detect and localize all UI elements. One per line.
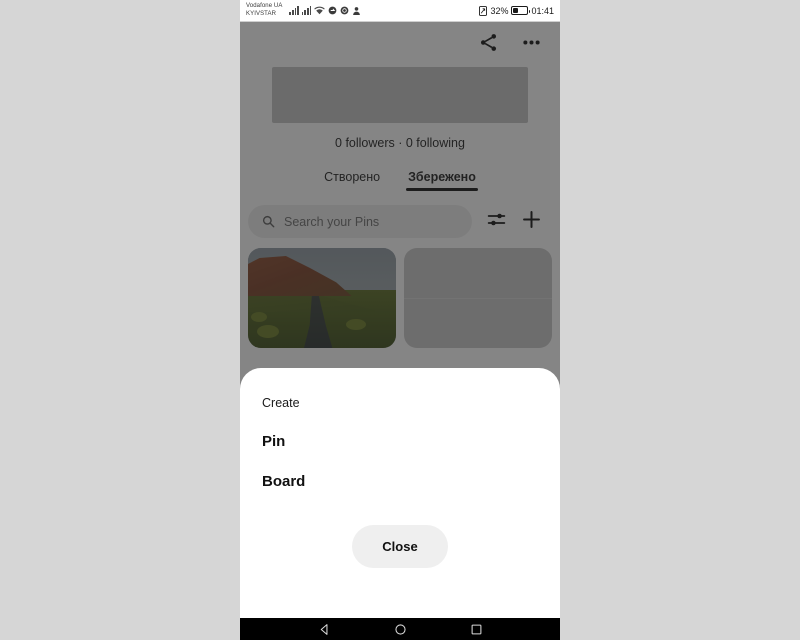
create-bottom-sheet: Create Pin Board Close <box>240 368 560 618</box>
alarm-icon <box>340 6 349 15</box>
status-bar: Vodafone UA KYIVSTAR 32% 01:41 <box>240 0 560 22</box>
phone-screen: Vodafone UA KYIVSTAR 32% 01:41 Create Pi… <box>240 0 560 640</box>
carrier-names: Vodafone UA KYIVSTAR <box>246 3 282 18</box>
desktop-background: Vodafone UA KYIVSTAR 32% 01:41 Create Pi… <box>0 0 800 640</box>
home-icon[interactable] <box>394 623 407 636</box>
signal-bars-sim2-icon <box>301 6 312 15</box>
signal-bars-sim1-icon <box>289 6 299 15</box>
carrier-line-1: Vodafone UA <box>246 3 283 9</box>
close-button[interactable]: Close <box>352 525 448 568</box>
android-nav-bar <box>240 618 560 640</box>
back-icon[interactable] <box>318 623 331 636</box>
create-board-option[interactable]: Board <box>262 473 538 490</box>
close-button-row: Close <box>262 525 538 568</box>
sync-icon <box>328 6 337 15</box>
status-icons <box>289 6 361 16</box>
recents-icon[interactable] <box>470 623 483 636</box>
clock-label: 01:41 <box>531 5 554 16</box>
battery-percent-label: 32% <box>490 5 509 16</box>
status-bar-right: 32% 01:41 <box>479 6 554 16</box>
bluetooth-share-icon <box>353 6 361 15</box>
wifi-icon <box>314 6 325 15</box>
create-pin-option[interactable]: Pin <box>262 433 538 450</box>
nfc-icon <box>479 5 488 16</box>
sheet-title: Create <box>262 396 300 410</box>
battery-icon <box>511 6 531 15</box>
carrier-line-2: KYIVSTAR <box>246 10 277 17</box>
